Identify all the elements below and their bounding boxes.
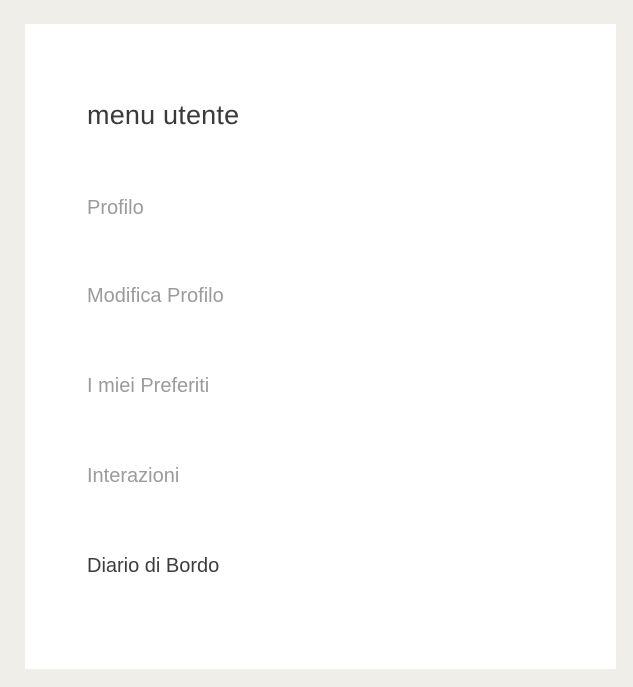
user-menu-title: menu utente [87,100,240,130]
menu-link-diario-di-bordo[interactable]: Diario di Bordo [87,554,219,578]
menu-link-modifica-profilo[interactable]: Modifica Profilo [87,284,224,308]
menu-link-profilo[interactable]: Profilo [87,196,144,220]
menu-link-preferiti[interactable]: I miei Preferiti [87,374,209,398]
user-menu-panel: menu utente Profilo Modifica Profilo I m… [25,24,616,669]
menu-link-interazioni[interactable]: Interazioni [87,464,179,488]
